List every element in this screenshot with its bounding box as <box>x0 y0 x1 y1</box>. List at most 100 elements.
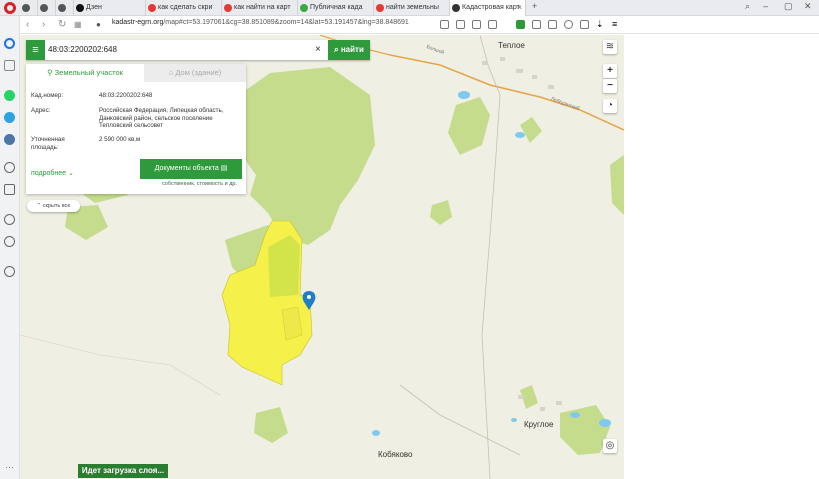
ruler-icon[interactable]: ◔ <box>603 99 617 113</box>
profile-icon[interactable] <box>564 20 573 29</box>
parcel-info-card: ⚲ Земельный участок ⌂ Дом (здание) Кад.н… <box>26 64 246 194</box>
forest-area <box>610 155 624 215</box>
area-value: 2 590 000 кв.м <box>99 136 141 143</box>
cadnum-label: Кад.номер: <box>31 92 64 99</box>
speed-dial-icon[interactable]: ▦ <box>74 18 82 32</box>
vpn-icon[interactable] <box>548 20 557 29</box>
lightbulb-icon[interactable] <box>4 266 15 277</box>
cadastral-map[interactable]: Теплое Круглое Кобяково Болшой Лебедянск… <box>20 35 624 479</box>
search-button[interactable]: ⌕ найти <box>328 40 370 60</box>
pond <box>458 91 470 99</box>
opera-logo-icon[interactable] <box>4 2 16 14</box>
tab-search-3[interactable]: найти земельны <box>374 0 450 16</box>
hamburger-menu-icon[interactable]: ≡ <box>26 40 45 60</box>
address-toolbar: ‹ › ↻ ▦ ● kadastr-egrn.org/map#ct=53.197… <box>20 16 819 34</box>
person-icon: ⚲ <box>47 68 55 77</box>
hide-all-button[interactable]: ⌃ скрыть все <box>27 200 80 212</box>
tab-2[interactable] <box>38 0 56 16</box>
camera-icon[interactable] <box>456 20 465 29</box>
vk-icon[interactable] <box>4 134 15 145</box>
cadnum-value: 48:03:2200202:648 <box>99 92 153 99</box>
heart-icon[interactable] <box>4 214 15 225</box>
layers-icon[interactable]: ≋ <box>603 40 617 54</box>
tab-icon <box>58 4 66 12</box>
download-icon[interactable]: ⇣ <box>596 20 605 29</box>
blank-area <box>624 35 819 479</box>
tab-icon <box>22 4 30 12</box>
player-icon[interactable] <box>4 162 15 173</box>
tab-icon <box>40 4 48 12</box>
search-input[interactable] <box>48 40 316 60</box>
tab-dzen[interactable]: Дзен <box>74 0 146 16</box>
settlement-teploe <box>482 57 554 89</box>
place-teploe: Теплое <box>498 41 525 50</box>
check-icon <box>300 4 308 12</box>
tab-land-parcel[interactable]: ⚲ Земельный участок <box>26 64 144 82</box>
close-window-icon[interactable]: ✕ <box>804 1 812 12</box>
forward-icon[interactable]: › <box>42 18 45 32</box>
tab-3[interactable] <box>56 0 74 16</box>
pond <box>511 418 517 422</box>
store-icon[interactable] <box>4 60 15 71</box>
place-kobyakovo: Кобяково <box>378 450 413 459</box>
more-details-link[interactable]: подробнее ⌄ <box>31 169 74 177</box>
wallet-icon[interactable] <box>532 20 541 29</box>
area-label: Уточненная площадь: <box>31 136 65 151</box>
snapshot-icon[interactable] <box>580 20 589 29</box>
tab-search-2[interactable]: как найти на карт <box>222 0 298 16</box>
place-krugloe: Круглое <box>524 420 554 429</box>
forest-area <box>254 407 288 443</box>
close-tab-icon[interactable]: × <box>517 0 522 16</box>
send-icon[interactable] <box>4 184 15 195</box>
browser-window: Дзен как сделать скри как найти на карт … <box>0 0 819 479</box>
url-field[interactable]: kadastr-egrn.org/map#ct=53.197061&cg=38.… <box>112 19 409 26</box>
zoom-in-button[interactable]: + <box>603 64 617 78</box>
document-icon: ▤ <box>220 165 228 172</box>
whatsapp-icon[interactable] <box>4 90 15 101</box>
reload-icon[interactable]: ↻ <box>58 18 66 32</box>
documents-button[interactable]: Документы объекта ▤ <box>140 159 242 179</box>
zoom-out-button[interactable]: − <box>603 79 617 93</box>
pin-icon[interactable] <box>472 20 481 29</box>
dirt-road <box>479 35 501 479</box>
forest-area <box>430 200 452 225</box>
more-icon[interactable]: ··· <box>4 462 15 473</box>
tab-cadastral-map[interactable]: Кадастровая карт × <box>450 0 526 16</box>
yandex-icon <box>376 4 384 12</box>
tab-strip: Дзен как сделать скри как найти на карт … <box>0 0 819 16</box>
tab-building[interactable]: ⌂ Дом (здание) <box>144 64 246 82</box>
forest-area <box>448 97 490 155</box>
main-road <box>389 54 624 131</box>
maximize-icon[interactable]: ▢ <box>784 1 793 12</box>
menu-icon[interactable]: ≡ <box>612 20 621 29</box>
address-value: Российская Федерация, Липецкая область, … <box>99 107 224 129</box>
documents-subtitle: собственник, стоимость и др. <box>162 181 237 187</box>
pond <box>515 132 525 138</box>
tab-public-map[interactable]: Публичная када <box>298 0 374 16</box>
yandex-icon <box>224 4 232 12</box>
pond <box>599 419 611 427</box>
search-bar: ≡ × ⌕ найти <box>26 40 370 60</box>
tab-1[interactable] <box>20 0 38 16</box>
extension-icon[interactable] <box>516 20 525 29</box>
back-icon[interactable]: ‹ <box>26 18 29 32</box>
pond <box>372 430 380 436</box>
minimize-icon[interactable]: – <box>763 1 768 11</box>
chevron-down-icon: ⌄ <box>68 170 74 177</box>
search-tabs-icon[interactable]: ⌕ <box>745 1 750 12</box>
browser-sidebar: ··· <box>0 16 20 479</box>
clear-search-icon[interactable]: × <box>315 40 321 60</box>
locate-icon[interactable]: ◎ <box>603 439 617 453</box>
yandex-icon <box>148 4 156 12</box>
telegram-icon[interactable] <box>4 112 15 123</box>
new-tab-icon[interactable]: + <box>532 1 537 11</box>
screenshot-icon[interactable] <box>440 20 449 29</box>
dirt-road <box>399 384 521 456</box>
address-label: Адрес: <box>31 107 51 114</box>
home-icon[interactable] <box>4 38 15 49</box>
history-icon[interactable] <box>4 236 15 247</box>
forest-area <box>520 117 542 143</box>
bookmark-icon[interactable] <box>488 20 497 29</box>
tab-search-1[interactable]: как сделать скри <box>146 0 222 16</box>
site-icon <box>452 4 460 12</box>
